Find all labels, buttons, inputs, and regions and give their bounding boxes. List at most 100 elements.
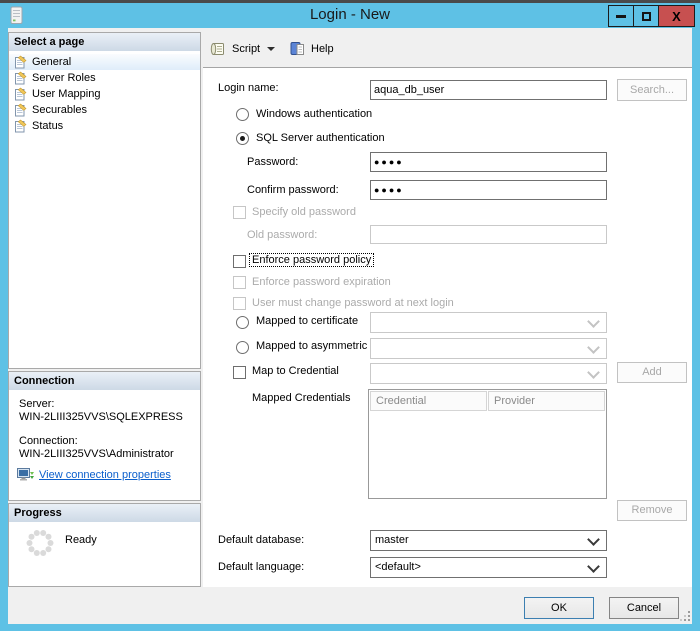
select-page-panel: Select a page General [8, 32, 201, 369]
select-page-header: Select a page [9, 33, 200, 51]
mapped-to-certificate-radio[interactable] [236, 316, 249, 329]
connection-panel: Connection Server: WIN-2LIII325VVS\SQLEX… [8, 371, 201, 501]
ok-button[interactable]: OK [524, 597, 594, 619]
search-button: Search... [617, 79, 687, 101]
toolbar: Script Help [203, 32, 692, 68]
page-icon [14, 119, 27, 133]
confirm-password-label: Confirm password: [247, 184, 339, 196]
enforce-password-policy-checkbox[interactable] [233, 255, 246, 268]
maximize-icon [642, 12, 651, 21]
server-label: Server: [19, 398, 54, 410]
progress-status: Ready [65, 534, 97, 546]
help-button[interactable]: Help [289, 40, 334, 57]
default-language-combobox[interactable]: <default> [370, 557, 607, 578]
close-button[interactable]: X [658, 5, 695, 27]
maximize-button[interactable] [633, 5, 659, 27]
sidebar-item-label: Server Roles [32, 72, 96, 84]
chevron-down-icon [587, 533, 600, 546]
password-input[interactable] [370, 152, 607, 172]
chevron-down-icon [587, 560, 600, 573]
page-icon [14, 55, 27, 69]
script-button[interactable]: Script [209, 40, 260, 58]
connection-value: WIN-2LIII325VVS\Administrator [19, 448, 174, 460]
must-change-password-label: User must change password at next login [252, 297, 454, 309]
sidebar-item-label: User Mapping [32, 88, 100, 100]
old-password-label: Old password: [247, 229, 317, 241]
enforce-password-expiration-checkbox [233, 276, 246, 289]
resize-grip[interactable] [680, 611, 690, 621]
old-password-input [370, 225, 607, 244]
help-icon [289, 40, 306, 57]
chevron-down-icon [587, 366, 600, 379]
enforce-password-policy-label: Enforce password policy [249, 253, 374, 267]
sidebar-item-general[interactable]: General [9, 54, 200, 70]
chevron-down-icon [587, 315, 600, 328]
progress-header: Progress [9, 504, 200, 522]
cancel-button[interactable]: Cancel [609, 597, 679, 619]
windows-authentication-radio[interactable] [236, 108, 249, 121]
mapped-to-asymmetric-key-radio[interactable] [236, 341, 249, 354]
connection-header: Connection [9, 372, 200, 390]
default-language-value: <default> [375, 561, 421, 573]
sidebar-item-label: General [32, 56, 71, 68]
default-database-combobox[interactable]: master [370, 530, 607, 551]
page-icon [14, 103, 27, 117]
script-dropdown-button[interactable] [267, 47, 275, 51]
default-database-value: master [375, 534, 409, 546]
minimize-button[interactable] [608, 5, 634, 27]
dialog-footer: OK Cancel [8, 588, 692, 624]
page-icon [14, 71, 27, 85]
login-new-dialog: Login - New X Select a page [0, 0, 700, 631]
login-name-label: Login name: [218, 82, 279, 94]
specify-old-password-checkbox [233, 206, 246, 219]
mapped-to-certificate-label: Mapped to certificate [256, 315, 358, 327]
sidebar-item-server-roles[interactable]: Server Roles [9, 70, 200, 86]
enforce-password-expiration-label: Enforce password expiration [252, 276, 391, 288]
certificate-combobox [370, 312, 607, 333]
credential-combobox [370, 363, 607, 384]
table-header-credential: Credential [370, 391, 487, 411]
view-connection-properties-link[interactable]: View connection properties [39, 469, 171, 481]
map-to-credential-checkbox[interactable] [233, 366, 246, 379]
sidebar-item-securables[interactable]: Securables [9, 102, 200, 118]
map-to-credential-label: Map to Credential [252, 365, 339, 377]
help-label: Help [311, 43, 334, 55]
remove-button: Remove [617, 500, 687, 521]
sidebar-item-label: Securables [32, 104, 87, 116]
page-icon [14, 87, 27, 101]
sidebar-item-label: Status [32, 120, 63, 132]
close-icon: X [672, 9, 681, 24]
mapped-to-asymmetric-key-label: Mapped to asymmetric key [256, 340, 387, 352]
spinner-icon [25, 528, 55, 558]
dialog-body: Select a page General [8, 28, 692, 624]
add-button: Add [617, 362, 687, 383]
default-language-label: Default language: [218, 561, 304, 573]
chevron-down-icon [587, 341, 600, 354]
specify-old-password-label: Specify old password [252, 206, 356, 218]
connection-properties-icon [17, 467, 35, 483]
sql-server-authentication-radio[interactable] [236, 132, 249, 145]
windows-authentication-label: Windows authentication [256, 108, 372, 120]
password-label: Password: [247, 156, 298, 168]
login-name-input[interactable] [370, 80, 607, 100]
progress-panel: Progress Ready [8, 503, 201, 587]
minimize-icon [616, 15, 626, 18]
window-title: Login - New [0, 6, 700, 23]
mapped-credentials-label: Mapped Credentials [252, 392, 350, 404]
script-label: Script [232, 43, 260, 55]
general-page-form: Login name: Search... Windows authentica… [203, 68, 692, 587]
default-database-label: Default database: [218, 534, 304, 546]
sidebar-item-user-mapping[interactable]: User Mapping [9, 86, 200, 102]
titlebar[interactable]: Login - New X [0, 3, 700, 28]
mapped-credentials-table: Credential Provider [368, 389, 607, 499]
confirm-password-input[interactable] [370, 180, 607, 200]
table-header-provider: Provider [488, 391, 605, 411]
sidebar-item-status[interactable]: Status [9, 118, 200, 134]
server-value: WIN-2LIII325VVS\SQLEXPRESS [19, 411, 183, 423]
sql-server-authentication-label: SQL Server authentication [256, 132, 385, 144]
must-change-password-checkbox [233, 297, 246, 310]
script-icon [209, 40, 227, 58]
asymmetric-key-combobox [370, 338, 607, 359]
chevron-down-icon [267, 47, 275, 51]
connection-label: Connection: [19, 435, 78, 447]
